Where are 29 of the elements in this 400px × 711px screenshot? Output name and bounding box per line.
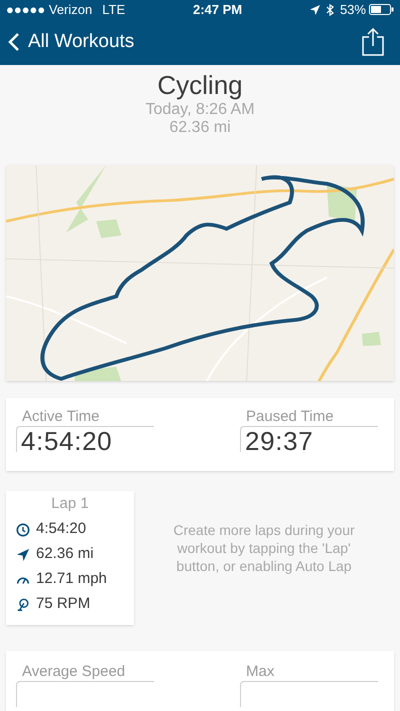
network-text: LTE: [102, 1, 126, 19]
share-button[interactable]: [362, 28, 384, 56]
location-icon: [310, 4, 320, 15]
lap-value: 75 RPM: [36, 594, 90, 614]
lap-value: 4:54:20: [36, 519, 86, 540]
stat-label: Average Speed: [21, 663, 126, 681]
stat-label: Active Time: [21, 408, 101, 426]
bluetooth-icon: [326, 4, 334, 16]
back-button[interactable]: All Workouts: [8, 28, 134, 56]
workout-distance: 62.36 mi: [169, 118, 231, 137]
lap-value: 62.36 mi: [36, 544, 94, 564]
battery-icon: [368, 4, 394, 16]
location-arrow-icon: [16, 548, 30, 562]
pedal-icon: [16, 598, 30, 612]
stat-value: 29:37: [245, 426, 314, 456]
workout-date: Today, 8:26 AM: [145, 100, 255, 119]
lap-hint: Create more laps during your workout by tapping the 'Lap' button, or enabling Auto Lap: [172, 521, 356, 575]
clock-icon: [16, 522, 30, 536]
workout-title: Cycling: [157, 68, 243, 101]
chevron-left-icon: [8, 32, 20, 52]
carrier-text: ●●●●● Verizon: [6, 1, 92, 19]
stat-value: 4:54:20: [21, 426, 112, 456]
clock-text: 2:47 PM: [192, 1, 242, 19]
stat-label: Max: [245, 663, 276, 681]
lap-value: 12.71 mph: [36, 569, 107, 590]
share-icon: [362, 28, 384, 56]
lap-title: Lap 1: [51, 494, 89, 514]
stat-label: Paused Time: [245, 408, 335, 426]
battery-percent: 53%: [340, 1, 366, 19]
